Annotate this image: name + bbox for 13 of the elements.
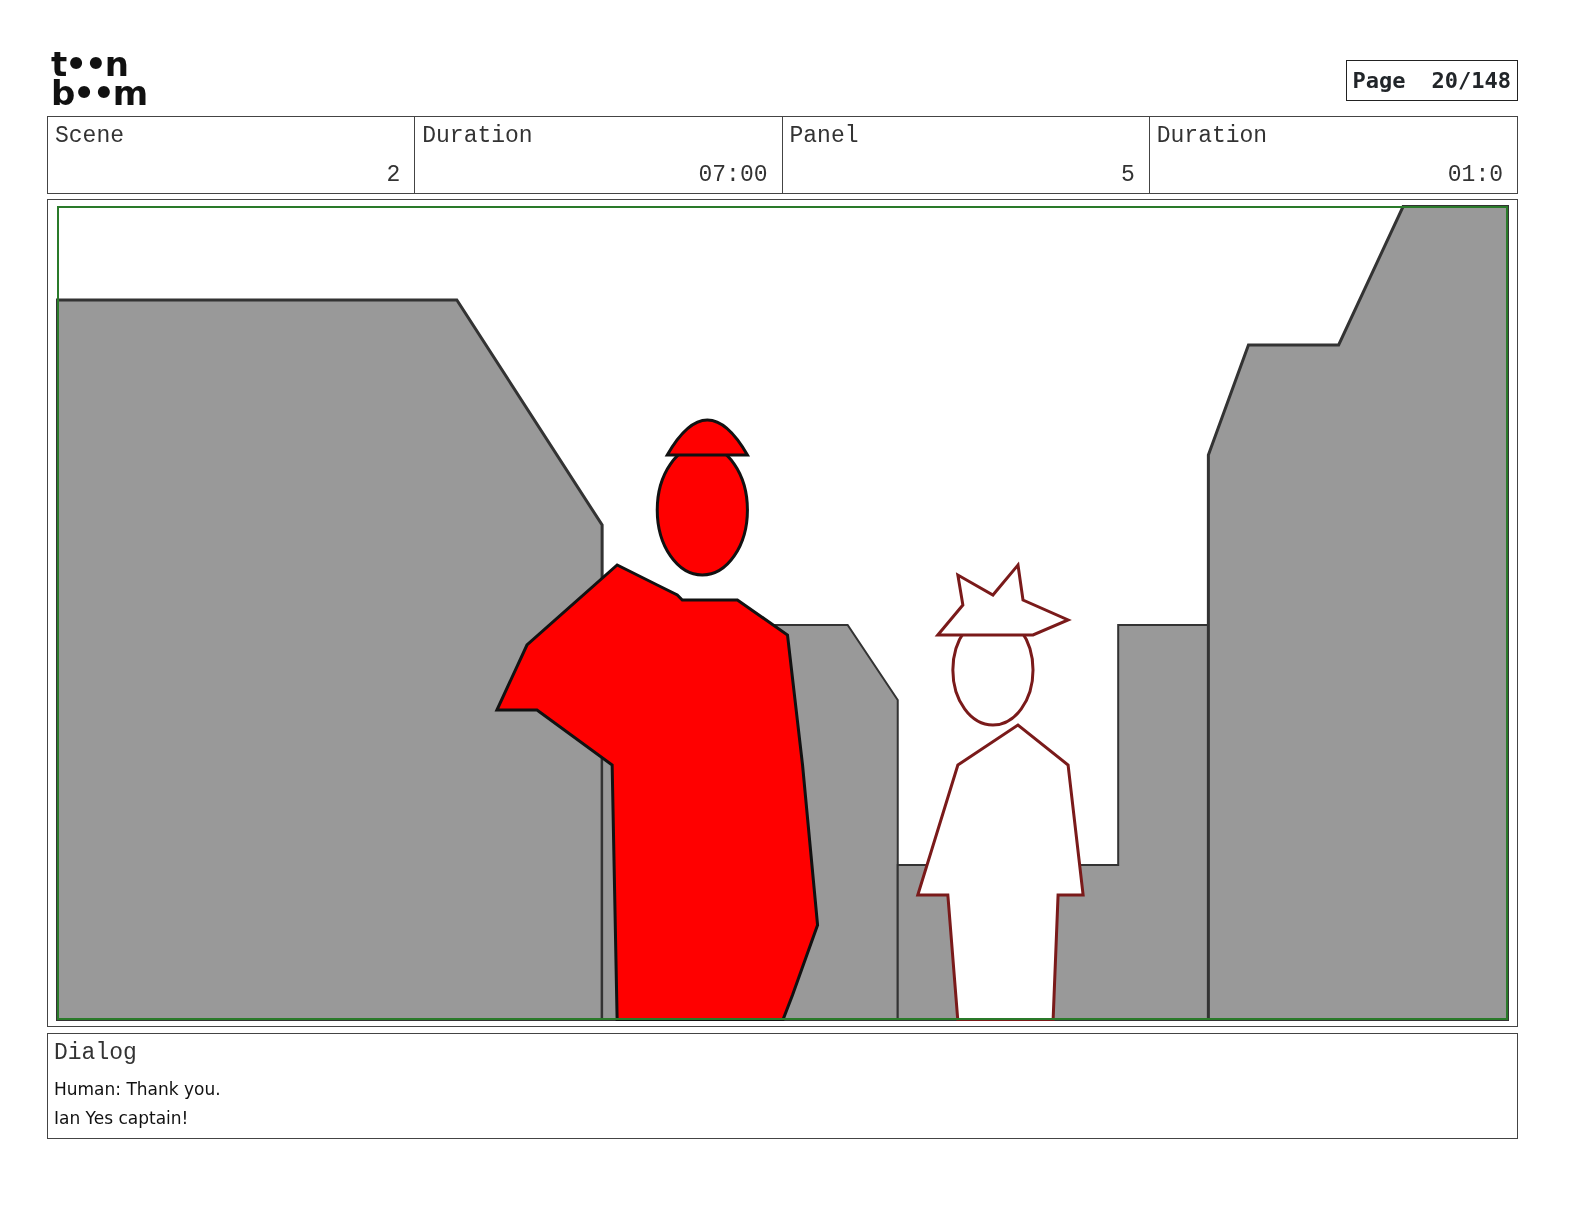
field-value: 5 <box>1120 164 1135 187</box>
field-label: Duration <box>1156 122 1269 151</box>
field-value: 01:0 <box>1447 164 1503 187</box>
dialog-line: Human: Thank you. <box>54 1077 222 1101</box>
dialog-line: Ian Yes captain! <box>54 1106 190 1130</box>
field-value: 2 <box>386 164 401 187</box>
field-label: Panel <box>789 122 860 151</box>
page-number: Page 20/148 <box>1345 60 1518 101</box>
field-label: Scene <box>55 122 125 151</box>
field-label: Duration <box>422 122 534 151</box>
field-value: 07:00 <box>698 164 768 187</box>
dialog-title: Dialog <box>54 1039 138 1068</box>
logo: t••n b••m <box>51 50 147 108</box>
